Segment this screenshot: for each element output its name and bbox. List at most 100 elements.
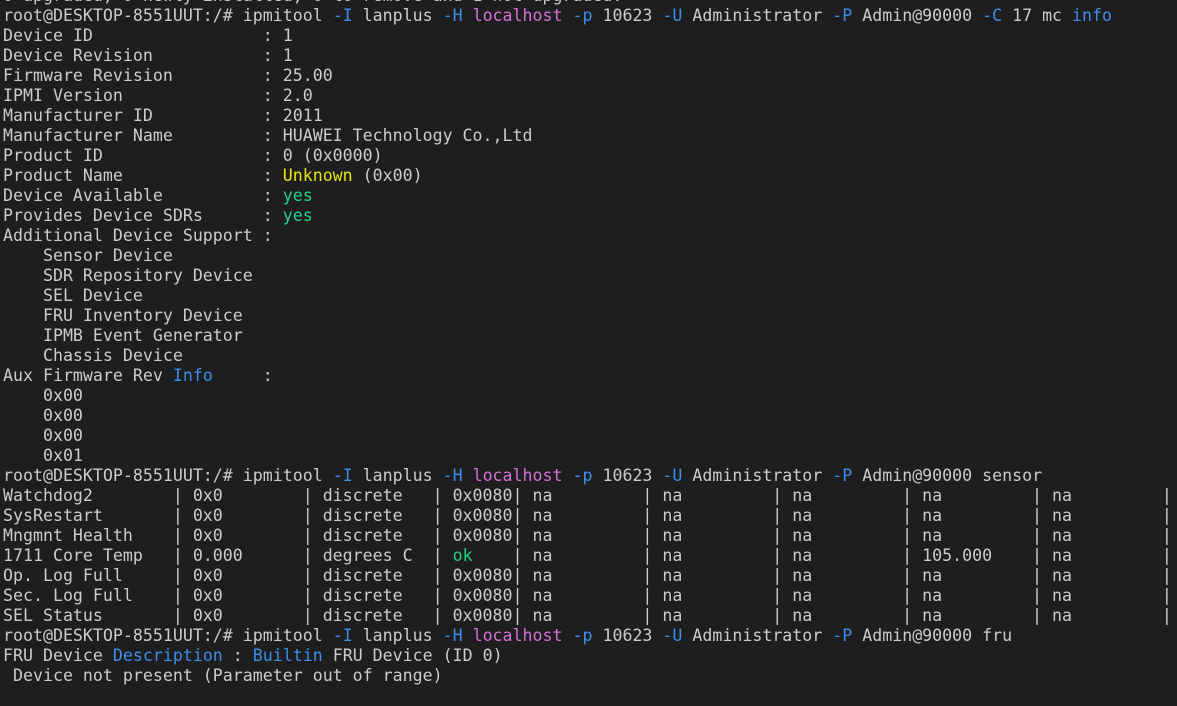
terminal-text-segment: | na | na | na | 105.000 | na | na: [472, 546, 1177, 565]
terminal-line: Op. Log Full | 0x0 | discrete | 0x0080| …: [3, 566, 1177, 586]
terminal-line: SEL Device: [3, 286, 1177, 306]
terminal-text-segment: root@DESKTOP-8551UUT:/# ipmitool: [3, 466, 333, 485]
terminal-line: root@DESKTOP-8551UUT:/# ipmitool -I lanp…: [3, 626, 1177, 646]
terminal-text-segment: (0x00): [352, 166, 423, 185]
terminal-text-segment: Op. Log Full | 0x0 | discrete | 0x0080| …: [3, 566, 1177, 585]
terminal-line: 0x00: [3, 406, 1177, 426]
terminal-text-segment: -H: [442, 6, 463, 25]
terminal-text-segment: Device ID : 1: [3, 26, 293, 45]
terminal-line: Sec. Log Full | 0x0 | discrete | 0x0080|…: [3, 586, 1177, 606]
terminal-text-segment: -p: [572, 626, 593, 645]
terminal-line: Watchdog2 | 0x0 | discrete | 0x0080| na …: [3, 486, 1177, 506]
terminal-text-segment: -p: [572, 466, 593, 485]
terminal-text-segment: yes: [282, 186, 313, 205]
terminal-text-segment: Aux Firmware Rev: [3, 366, 173, 385]
terminal-line: Sensor Device: [3, 246, 1177, 266]
terminal-text-segment: 10623: [592, 466, 663, 485]
terminal-text-segment: Provides Device SDRs :: [3, 206, 283, 225]
terminal-text-segment: Administrator: [682, 6, 833, 25]
terminal-text-segment: Manufacturer ID : 2011: [3, 106, 323, 125]
terminal-text-segment: Chassis Device: [3, 346, 183, 365]
terminal-text-segment: Admin@90000 sensor: [852, 466, 1043, 485]
terminal-line: 0x00: [3, 386, 1177, 406]
terminal-text-segment: root@DESKTOP-8551UUT:/# ipmitool: [3, 6, 333, 25]
terminal-text-segment: FRU Device: [3, 646, 113, 665]
terminal-text-segment: Unknown: [282, 166, 353, 185]
terminal-text-segment: SEL Status | 0x0 | discrete | 0x0080| na…: [3, 606, 1177, 625]
terminal-text-segment: -U: [662, 6, 683, 25]
terminal-line: SEL Status | 0x0 | discrete | 0x0080| na…: [3, 606, 1177, 626]
terminal-text-segment: -I: [332, 466, 353, 485]
terminal-text-segment: Device Revision : 1: [3, 46, 293, 65]
terminal-text-segment: Product Name :: [3, 166, 283, 185]
terminal-line: Device not present (Parameter out of ran…: [3, 666, 1177, 686]
terminal-text-segment: Sec. Log Full | 0x0 | discrete | 0x0080|…: [3, 586, 1177, 605]
terminal-text-segment: 0 upgraded, 0 newly installed, 0 to remo…: [3, 0, 622, 5]
terminal-text-segment: Administrator: [682, 466, 833, 485]
terminal-text-segment: -p: [572, 6, 593, 25]
terminal-text-segment: Additional Device Support :: [3, 226, 273, 245]
terminal-text-segment: info: [1072, 6, 1113, 25]
terminal-line: root@DESKTOP-8551UUT:/# ipmitool -I lanp…: [3, 466, 1177, 486]
terminal-text-segment: -I: [332, 6, 353, 25]
terminal-line: Product ID : 0 (0x0000): [3, 146, 1177, 166]
terminal-line: 0x01: [3, 446, 1177, 466]
terminal-text-segment: Admin@90000 fru: [852, 626, 1013, 645]
terminal-line: Device Available : yes: [3, 186, 1177, 206]
terminal-line: IPMI Version : 2.0: [3, 86, 1177, 106]
terminal-text-segment: -P: [832, 6, 853, 25]
terminal-text-segment: Builtin: [252, 646, 323, 665]
terminal-line: Manufacturer Name : HUAWEI Technology Co…: [3, 126, 1177, 146]
terminal-line: SysRestart | 0x0 | discrete | 0x0080| na…: [3, 506, 1177, 526]
terminal-text-segment: 0x01: [3, 446, 83, 465]
terminal-text-segment: Device Available :: [3, 186, 283, 205]
terminal-line: Manufacturer ID : 2011: [3, 106, 1177, 126]
terminal-text-segment: Sensor Device: [3, 246, 173, 265]
terminal-line: 1711 Core Temp | 0.000 | degrees C | ok …: [3, 546, 1177, 566]
terminal-text-segment: -H: [442, 466, 463, 485]
terminal-text-segment: Admin@90000: [852, 6, 983, 25]
terminal-text-segment: 10623: [592, 6, 663, 25]
terminal-text-segment: Firmware Revision : 25.00: [3, 66, 333, 85]
terminal-text-segment: 10623: [592, 626, 663, 645]
terminal-output[interactable]: 0 upgraded, 0 newly installed, 0 to remo…: [3, 0, 1177, 686]
terminal-text-segment: Mngmnt Health | 0x0 | discrete | 0x0080|…: [3, 526, 1177, 545]
terminal-text-segment: root@DESKTOP-8551UUT:/# ipmitool: [3, 626, 333, 645]
terminal-text-segment: -P: [832, 466, 853, 485]
terminal-text-segment: localhost: [472, 6, 563, 25]
terminal-text-segment: 0x00: [3, 406, 83, 425]
terminal-text-segment: SDR Repository Device: [3, 266, 253, 285]
terminal-text-segment: lanplus: [352, 466, 443, 485]
terminal-line: Device ID : 1: [3, 26, 1177, 46]
terminal-text-segment: :: [222, 646, 253, 665]
terminal-text-segment: IPMB Event Generator: [3, 326, 243, 345]
terminal-line: Firmware Revision : 25.00: [3, 66, 1177, 86]
terminal-text-segment: Product ID : 0 (0x0000): [3, 146, 383, 165]
terminal-line: root@DESKTOP-8551UUT:/# ipmitool -I lanp…: [3, 6, 1177, 26]
terminal-text-segment: localhost: [472, 626, 563, 645]
terminal-line: FRU Device Description : Builtin FRU Dev…: [3, 646, 1177, 666]
terminal-line: Product Name : Unknown (0x00): [3, 166, 1177, 186]
terminal-line: 0x00: [3, 426, 1177, 446]
terminal-text-segment: SysRestart | 0x0 | discrete | 0x0080| na…: [3, 506, 1177, 525]
terminal-text-segment: -P: [832, 626, 853, 645]
terminal-text-segment: 1711 Core Temp | 0.000 | degrees C |: [3, 546, 453, 565]
terminal-text-segment: -I: [332, 626, 353, 645]
terminal-text-segment: Description: [112, 646, 223, 665]
terminal-text-segment: :: [212, 366, 273, 385]
terminal-line: IPMB Event Generator: [3, 326, 1177, 346]
terminal-line: SDR Repository Device: [3, 266, 1177, 286]
terminal-text-segment: Administrator: [682, 626, 833, 645]
terminal-text-segment: Watchdog2 | 0x0 | discrete | 0x0080| na …: [3, 486, 1177, 505]
terminal-text-segment: IPMI Version : 2.0: [3, 86, 313, 105]
terminal-line: FRU Inventory Device: [3, 306, 1177, 326]
terminal-text-segment: -U: [662, 626, 683, 645]
terminal-text-segment: lanplus: [352, 6, 443, 25]
terminal-text-segment: lanplus: [352, 626, 443, 645]
terminal-text-segment: ok: [452, 546, 473, 565]
terminal-line: Additional Device Support :: [3, 226, 1177, 246]
terminal-line: Device Revision : 1: [3, 46, 1177, 66]
